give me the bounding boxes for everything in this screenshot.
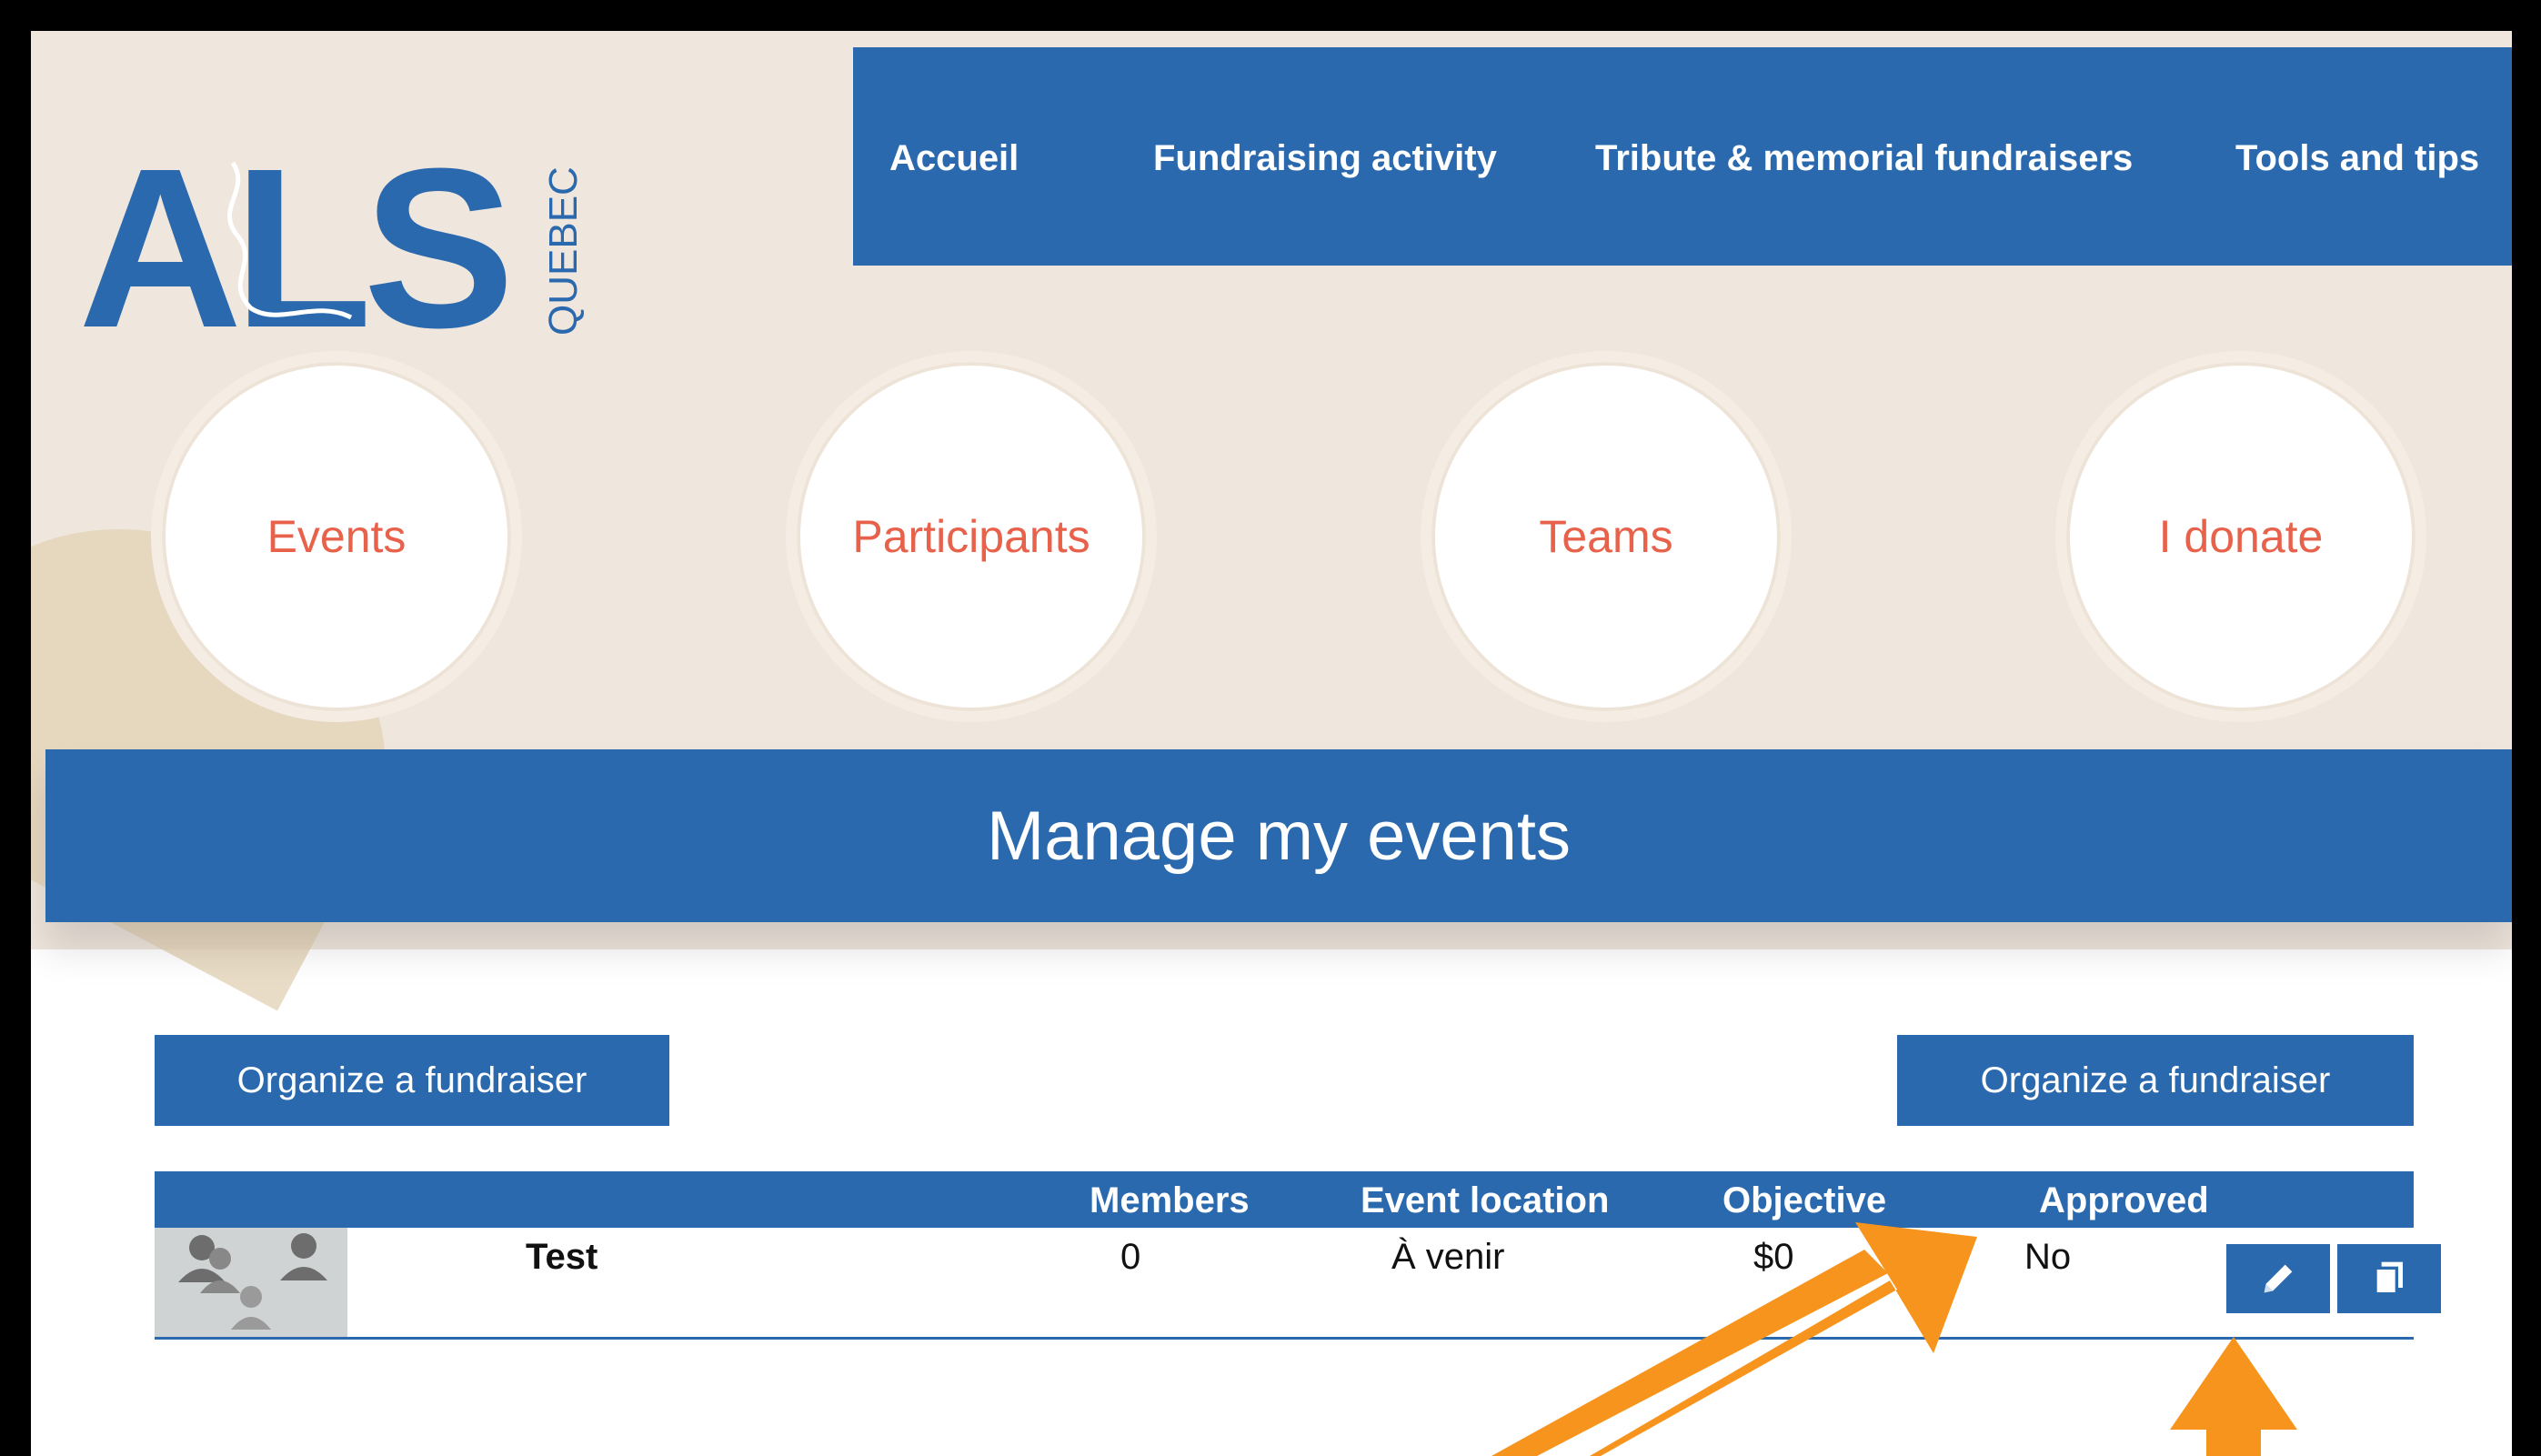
event-approved-status: No [2024, 1237, 2072, 1277]
nav-item-tools-and-tips[interactable]: Tools and tips [2235, 138, 2479, 179]
table-row: Test 0 À venir $0 No [155, 1228, 2441, 1340]
page-frame: ALS QUEBEC Accueil Fundraising activity … [31, 31, 2512, 1456]
circle-link-events[interactable]: Events [151, 351, 522, 722]
circle-label-events: Events [266, 511, 407, 562]
logo-quebec-text: QUEBEC [541, 166, 586, 336]
group-avatar-icon [155, 1228, 347, 1337]
organize-fundraiser-button-right[interactable]: Organize a fundraiser [1897, 1035, 2414, 1126]
events-table-header: Members Event location Objective Approve… [155, 1171, 2414, 1228]
page-title-band: Manage my events [45, 749, 2512, 922]
top-navigation: Accueil Fundraising activity Tribute & m… [853, 47, 2512, 266]
header-approved: Approved [2039, 1180, 2209, 1220]
event-objective: $0 [1753, 1237, 1794, 1277]
pencil-icon [2264, 1264, 2293, 1293]
header-event-location: Event location [1361, 1180, 1610, 1220]
nav-item-accueil[interactable]: Accueil [889, 138, 1019, 179]
logo-als-text: ALS [78, 126, 506, 354]
event-location: À venir [1391, 1237, 1505, 1277]
circle-label-participants: Participants [852, 511, 1090, 562]
circle-link-participants[interactable]: Participants [786, 351, 1157, 722]
header-members: Members [1090, 1180, 1250, 1220]
event-members: 0 [1120, 1237, 1141, 1277]
edit-event-button[interactable] [2226, 1244, 2330, 1313]
copy-icon [2374, 1261, 2403, 1296]
nav-item-fundraising-activity[interactable]: Fundraising activity [1153, 138, 1497, 179]
duplicate-event-button[interactable] [2337, 1244, 2441, 1313]
circle-label-donate: I donate [2158, 511, 2324, 562]
als-quebec-logo[interactable]: ALS QUEBEC [78, 126, 588, 354]
page-title: Manage my events [986, 797, 1572, 875]
header-objective: Objective [1722, 1180, 1887, 1220]
circle-link-teams[interactable]: Teams [1421, 351, 1792, 722]
circle-label-teams: Teams [1539, 511, 1673, 562]
circle-link-donate[interactable]: I donate [2055, 351, 2426, 722]
event-name[interactable]: Test [526, 1237, 598, 1278]
nav-item-tribute-memorial[interactable]: Tribute & memorial fundraisers [1595, 138, 2133, 179]
organize-fundraiser-button-left[interactable]: Organize a fundraiser [155, 1035, 669, 1126]
